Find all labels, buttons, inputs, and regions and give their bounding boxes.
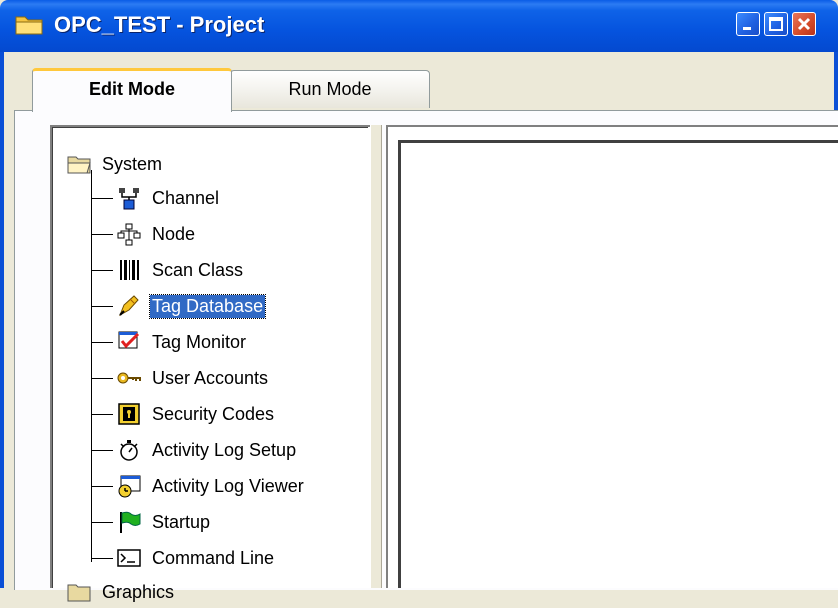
open-folder-icon bbox=[67, 156, 91, 174]
tree-label: System bbox=[102, 153, 163, 174]
command-prompt-icon bbox=[117, 549, 141, 567]
tab-label: Edit Mode bbox=[89, 79, 175, 99]
close-button[interactable] bbox=[792, 12, 816, 36]
tree-label: Channel bbox=[152, 187, 220, 208]
tree-connector bbox=[91, 450, 113, 451]
pen-icon bbox=[119, 295, 139, 317]
tree-item-scan-class[interactable]: Scan Class bbox=[116, 254, 245, 286]
tab-label: Run Mode bbox=[288, 79, 372, 99]
tree-label: Node bbox=[152, 223, 196, 244]
tab-edit-mode[interactable]: Edit Mode bbox=[32, 68, 232, 112]
tree-connector bbox=[91, 270, 113, 271]
folder-icon bbox=[67, 584, 91, 602]
tree-label: Command Line bbox=[152, 547, 275, 568]
tree-item-channel[interactable]: Channel bbox=[116, 182, 221, 214]
tree-label: Tag Database bbox=[148, 293, 267, 319]
tree-root-graphics[interactable]: Graphics bbox=[66, 576, 176, 608]
tree-item-activity-log-viewer[interactable]: Activity Log Viewer bbox=[116, 470, 306, 502]
tab-run-mode[interactable]: Run Mode bbox=[230, 70, 430, 108]
green-flag-icon bbox=[120, 511, 141, 533]
tree-connector bbox=[91, 306, 113, 307]
maximize-icon bbox=[769, 17, 783, 31]
close-icon bbox=[797, 17, 811, 31]
tree-label: Activity Log Viewer bbox=[152, 475, 304, 496]
lock-icon bbox=[118, 403, 140, 425]
tree-label: Security Codes bbox=[152, 403, 275, 424]
tree-label: Graphics bbox=[102, 581, 175, 602]
tree-connector bbox=[91, 414, 113, 415]
tree-item-security-codes[interactable]: Security Codes bbox=[116, 398, 276, 430]
monitor-check-icon bbox=[118, 331, 140, 349]
tree-item-tag-database[interactable]: Tag Database bbox=[116, 290, 267, 322]
tree-connector bbox=[91, 342, 113, 343]
node-network-icon bbox=[117, 223, 141, 246]
tree-item-activity-log-setup[interactable]: Activity Log Setup bbox=[116, 434, 298, 466]
minimize-button[interactable] bbox=[736, 12, 760, 36]
tree-label: Tag Monitor bbox=[152, 331, 247, 352]
tree-label: Scan Class bbox=[152, 259, 244, 280]
tree-item-user-accounts[interactable]: User Accounts bbox=[116, 362, 270, 394]
window-frame-left bbox=[0, 52, 4, 588]
tree-label: User Accounts bbox=[152, 367, 269, 388]
tree-item-startup[interactable]: Startup bbox=[116, 506, 212, 538]
tree-connector bbox=[91, 198, 113, 199]
tree-item-node[interactable]: Node bbox=[116, 218, 197, 250]
tree-connector bbox=[91, 170, 92, 562]
barcode-icon bbox=[120, 260, 139, 280]
tree-root-system[interactable]: System bbox=[66, 148, 164, 180]
maximize-button[interactable] bbox=[764, 12, 788, 36]
tree-connector bbox=[91, 378, 113, 379]
tree-connector bbox=[91, 522, 113, 523]
tree-connector bbox=[91, 558, 113, 559]
title-bar[interactable]: OPC_TEST - Project bbox=[0, 0, 838, 52]
tree-connector bbox=[91, 486, 113, 487]
log-viewer-icon bbox=[118, 475, 141, 498]
folder-icon bbox=[15, 16, 43, 35]
key-icon bbox=[117, 372, 141, 384]
tree-label: Activity Log Setup bbox=[152, 439, 297, 460]
tree-item-command-line[interactable]: Command Line bbox=[116, 542, 276, 574]
content-view[interactable] bbox=[398, 140, 838, 588]
minimize-icon bbox=[743, 27, 751, 30]
tree-label: Startup bbox=[152, 511, 211, 532]
tree-item-tag-monitor[interactable]: Tag Monitor bbox=[116, 326, 248, 358]
channel-icon bbox=[119, 188, 139, 210]
window-title: OPC_TEST - Project bbox=[54, 12, 265, 37]
splitter[interactable] bbox=[370, 125, 382, 588]
tree-connector bbox=[91, 234, 113, 235]
stopwatch-icon bbox=[120, 440, 138, 461]
